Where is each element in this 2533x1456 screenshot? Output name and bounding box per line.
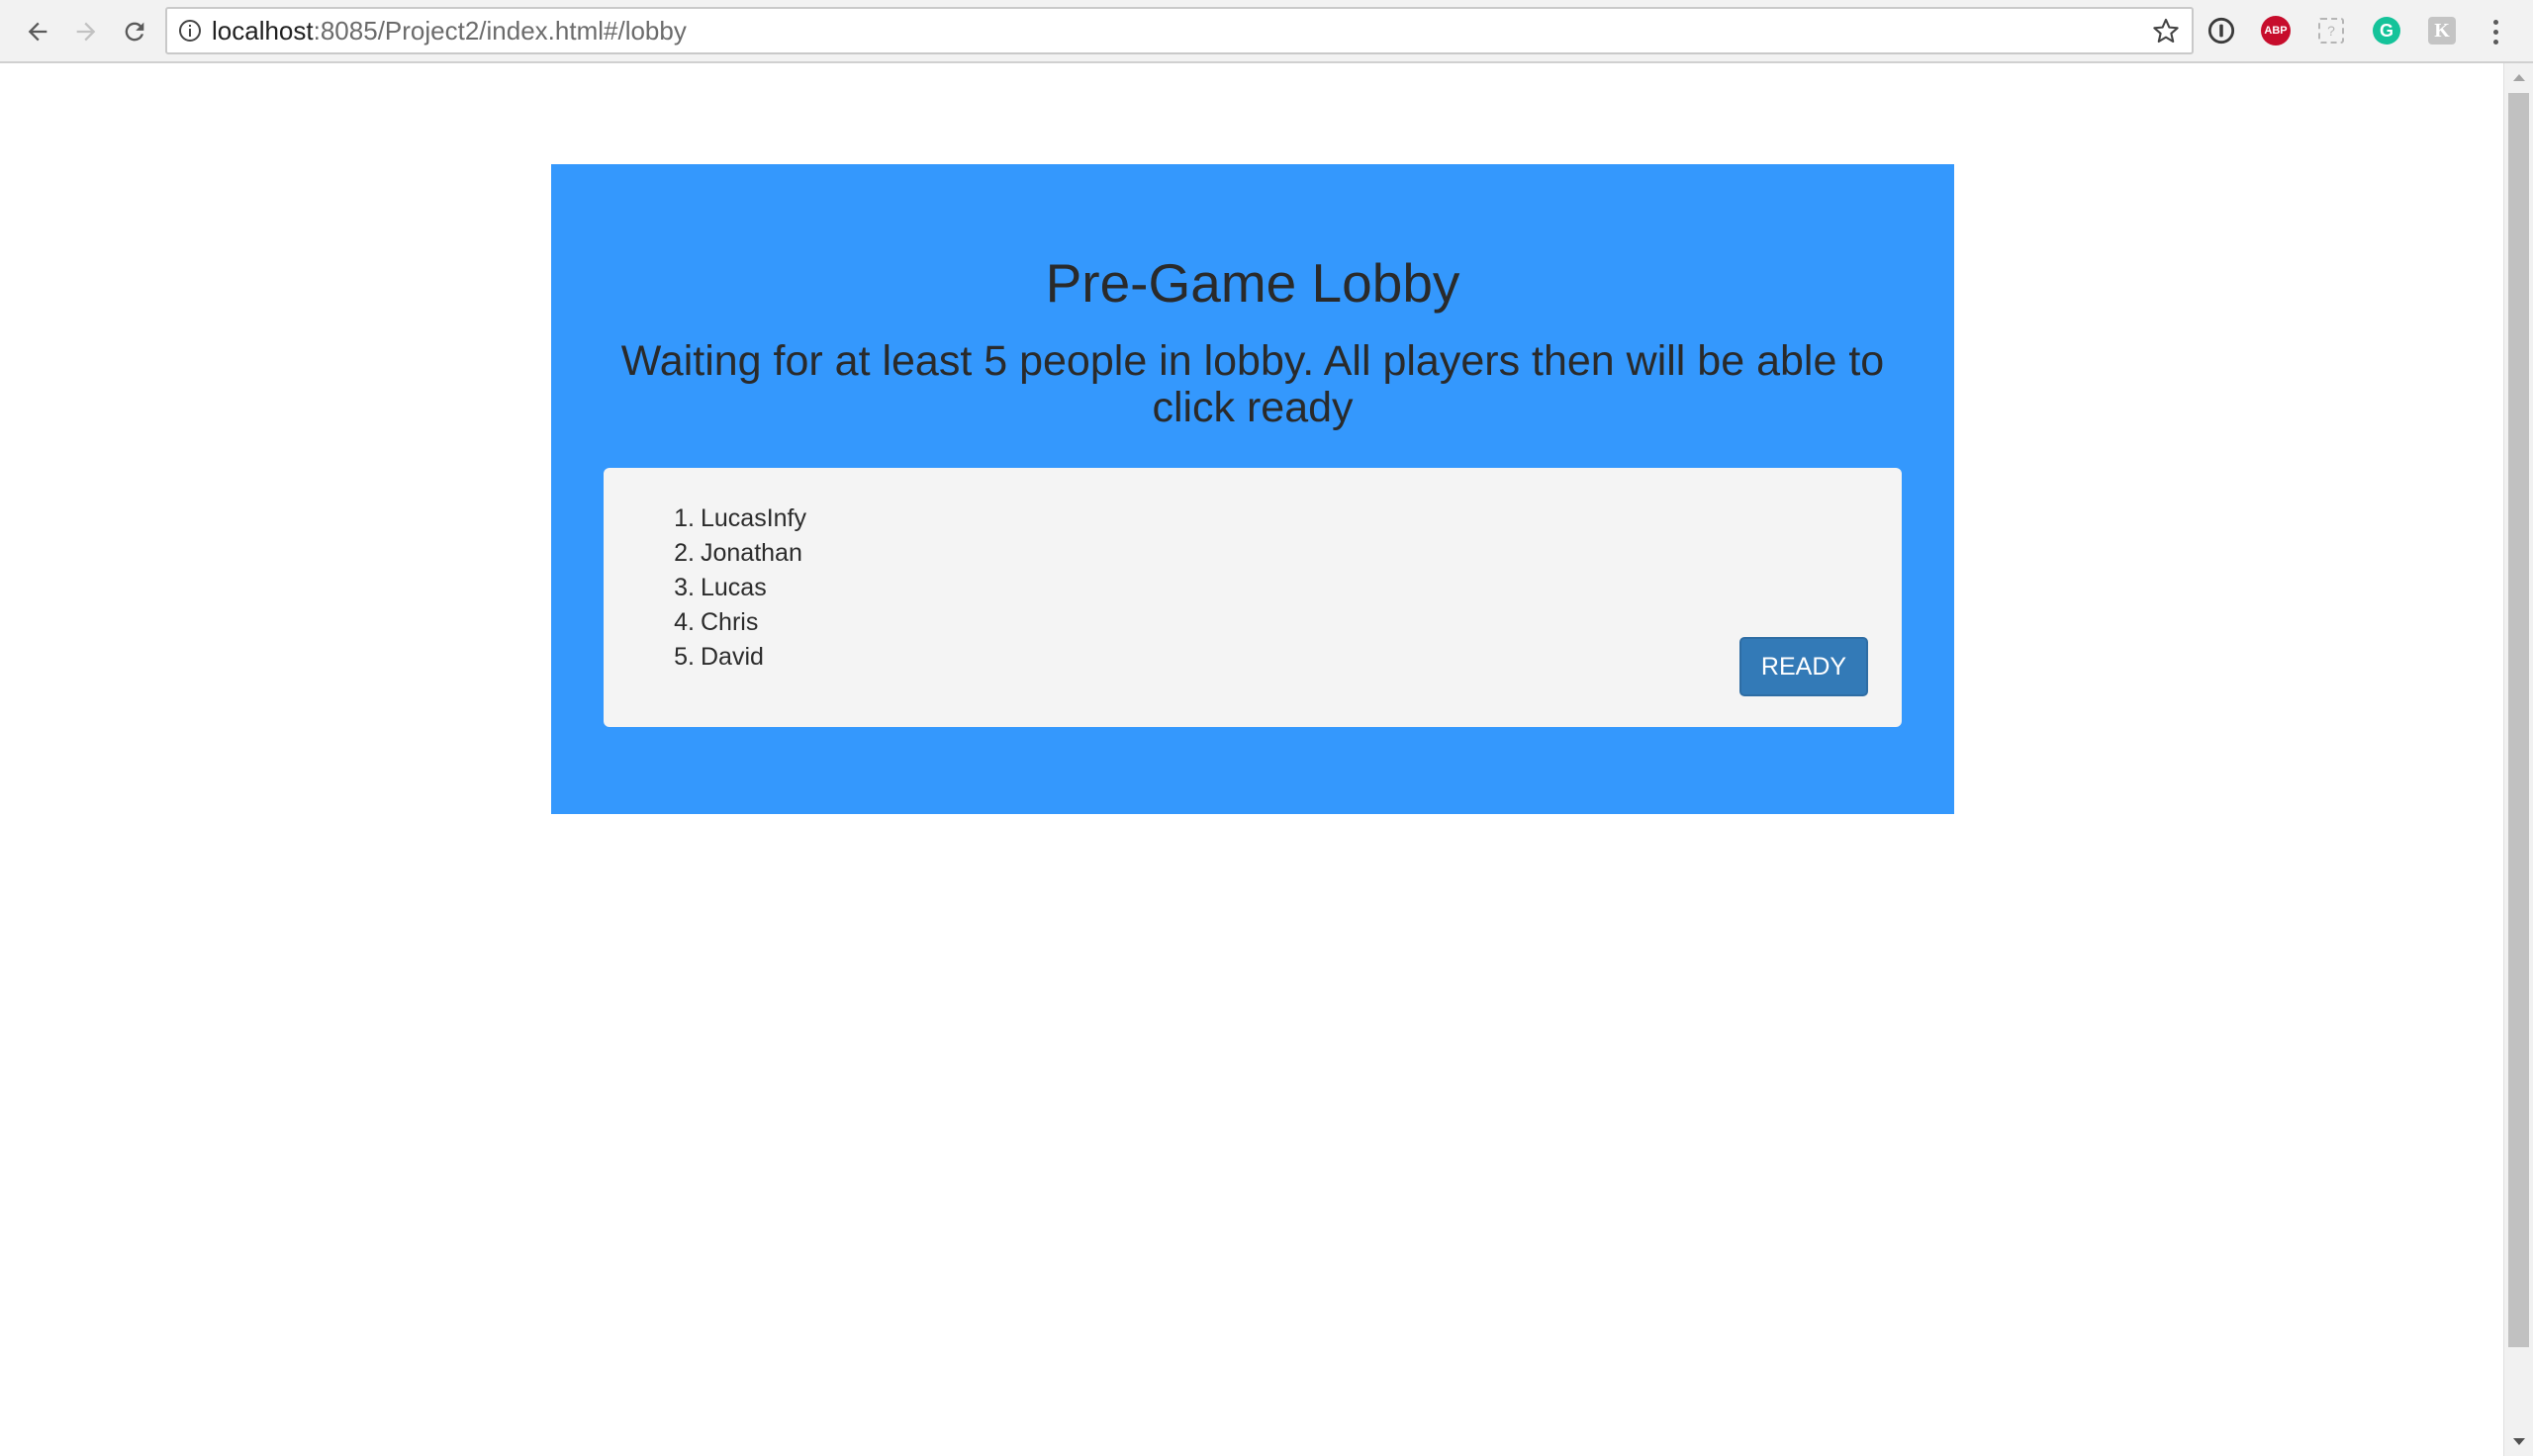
player-name: Chris — [701, 608, 759, 636]
scroll-up-arrow-icon[interactable] — [2504, 63, 2533, 91]
lobby-subtitle: Waiting for at least 5 people in lobby. … — [620, 337, 1885, 431]
player-number: 2. — [674, 539, 695, 567]
address-bar[interactable]: localhost:8085/Project2/index.html#/lobb… — [165, 7, 2194, 54]
player-name: David — [701, 643, 764, 671]
back-arrow-icon — [28, 22, 47, 42]
reload-icon — [125, 22, 144, 42]
scrollbar-thumb[interactable] — [2508, 93, 2529, 1347]
placeholder-extension[interactable]: ? — [2314, 14, 2348, 47]
players-card: 1. LucasInfy 2. Jonathan 3. Lucas 4. Chris 5… — [604, 468, 1902, 727]
list-item: 5. David — [667, 640, 806, 675]
info-icon[interactable] — [178, 19, 202, 43]
back-button[interactable] — [18, 12, 57, 51]
player-list: 1. LucasInfy 2. Jonathan 3. Lucas 4. Chris 5… — [667, 501, 806, 675]
adblock-icon: ABP — [2261, 16, 2291, 46]
list-item: 3. Lucas — [667, 571, 806, 605]
list-item: 4. Chris — [667, 605, 806, 640]
page-title: Pre-Game Lobby — [1045, 252, 1460, 314]
player-name: LucasInfy — [701, 504, 807, 532]
url-text[interactable]: localhost:8085/Project2/index.html#/lobb… — [212, 9, 687, 52]
star-icon[interactable] — [2152, 17, 2180, 45]
browser-toolbar: localhost:8085/Project2/index.html#/lobb… — [0, 0, 2533, 63]
list-item: 1. LucasInfy — [667, 501, 806, 536]
player-number: 4. — [674, 608, 695, 636]
player-name: Jonathan — [701, 539, 802, 567]
lobby-panel: Pre-Game Lobby Waiting for at least 5 pe… — [551, 164, 1954, 814]
extension-placeholder-icon: ? — [2318, 18, 2344, 44]
forward-button[interactable] — [66, 12, 106, 51]
reload-button[interactable] — [115, 12, 154, 51]
ready-button[interactable]: READY — [1739, 637, 1868, 696]
scroll-down-arrow-icon[interactable] — [2504, 1428, 2533, 1456]
forward-arrow-icon — [76, 22, 96, 42]
menu-dots-icon[interactable] — [2484, 14, 2507, 49]
adblock-extension[interactable]: ABP — [2259, 14, 2293, 47]
player-number: 3. — [674, 574, 695, 601]
player-number: 5. — [674, 643, 695, 671]
url-path: :8085/Project2/index.html#/lobby — [313, 16, 687, 46]
url-host: localhost — [212, 16, 314, 46]
player-number: 1. — [674, 504, 695, 532]
list-item: 2. Jonathan — [667, 536, 806, 571]
password-manager-icon — [2207, 17, 2235, 45]
k-extension[interactable]: K — [2425, 14, 2459, 47]
k-extension-icon: K — [2428, 17, 2456, 45]
vertical-scrollbar[interactable] — [2503, 63, 2533, 1456]
player-name: Lucas — [701, 574, 767, 601]
grammarly-icon: G — [2373, 17, 2400, 45]
password-manager-extension[interactable] — [2205, 14, 2238, 47]
grammarly-extension[interactable]: G — [2370, 14, 2403, 47]
